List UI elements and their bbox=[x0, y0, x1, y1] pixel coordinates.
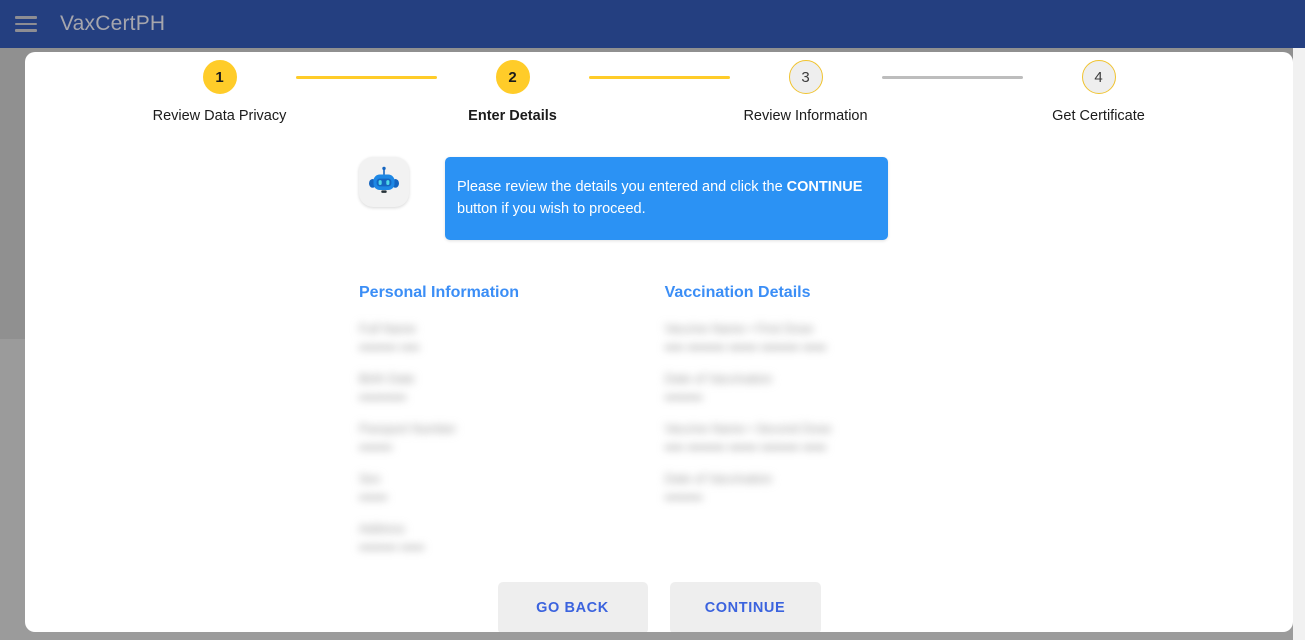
step-1[interactable]: 1 Review Data Privacy bbox=[144, 60, 296, 124]
step-2-number: 2 bbox=[495, 60, 530, 94]
app-title: VaxCertPH bbox=[60, 12, 166, 35]
hamburger-bar-2 bbox=[15, 22, 37, 26]
field-label: Date of Vaccination bbox=[664, 372, 773, 386]
field-value: ••••••• bbox=[359, 440, 393, 455]
step-3[interactable]: 3 Review Information bbox=[730, 60, 882, 124]
field-label: Full Name bbox=[359, 322, 416, 336]
personal-information-section: Personal Information Full Name •••••••• … bbox=[359, 284, 665, 571]
field-row: Date of Vaccination •••••••• bbox=[665, 471, 1059, 507]
field-label: Vaccine Name • Second Dose bbox=[664, 422, 832, 436]
assistant-message-emphasis: CONTINUE bbox=[786, 179, 863, 195]
field-value: •••••••• •••• bbox=[359, 340, 420, 355]
robot-bot-icon bbox=[359, 157, 409, 207]
field-label: Vaccine Name • First Dose bbox=[664, 322, 814, 336]
app-header: VaxCertPH bbox=[0, 0, 1305, 48]
vaccination-details-title: Vaccination Details bbox=[664, 284, 811, 301]
field-label: Address bbox=[359, 522, 405, 536]
assistant-message-bubble: Please review the details you entered an… bbox=[445, 157, 888, 240]
details-panel: Personal Information Full Name •••••••• … bbox=[359, 284, 1059, 571]
field-value: •••• •••••••• •••••• •••••••• ••••• bbox=[664, 340, 827, 355]
step-connector-3-4 bbox=[881, 76, 1023, 79]
vaccination-details-fields: Vaccine Name • First Dose •••• •••••••• … bbox=[665, 321, 1059, 507]
personal-information-fields: Full Name •••••••• •••• Birth Date •••••… bbox=[359, 321, 665, 557]
step-1-label: Review Data Privacy bbox=[152, 108, 287, 124]
field-value: •••••••• bbox=[664, 490, 703, 505]
wizard-card: 1 Review Data Privacy 2 Enter Details 3 … bbox=[25, 52, 1293, 632]
page-scrollbar[interactable] bbox=[1293, 48, 1305, 640]
field-value: •••••••••• bbox=[359, 390, 407, 405]
field-row: Birth Date •••••••••• bbox=[359, 371, 665, 407]
field-label: Birth Date bbox=[359, 372, 415, 386]
assistant-message-text-1: Please review the details you entered an… bbox=[457, 179, 787, 195]
field-value: •••••••• bbox=[664, 390, 703, 405]
step-4-label: Get Certificate bbox=[1052, 108, 1145, 124]
vaccination-details-section: Vaccination Details Vaccine Name • First… bbox=[665, 284, 1059, 571]
step-1-number: 1 bbox=[202, 60, 237, 94]
step-4-number: 4 bbox=[1081, 60, 1116, 94]
step-connector-1-2 bbox=[295, 76, 437, 79]
field-row: Vaccine Name • First Dose •••• •••••••• … bbox=[665, 321, 1059, 357]
go-back-button[interactable]: GO BACK bbox=[497, 582, 648, 632]
field-value: •••• •••••••• •••••• •••••••• ••••• bbox=[664, 440, 827, 455]
field-label: Date of Vaccination bbox=[664, 472, 773, 486]
step-4[interactable]: 4 Get Certificate bbox=[1023, 60, 1175, 124]
personal-information-title: Personal Information bbox=[359, 284, 520, 301]
field-row: Passport Number ••••••• bbox=[359, 421, 665, 457]
field-label: Passport Number bbox=[359, 422, 457, 436]
field-row: Vaccine Name • Second Dose •••• ••••••••… bbox=[665, 421, 1059, 457]
step-2-label: Enter Details bbox=[468, 108, 557, 124]
field-row: Full Name •••••••• •••• bbox=[359, 321, 665, 357]
wizard-actions: GO BACK CONTINUE bbox=[25, 582, 1293, 632]
step-3-number: 3 bbox=[788, 60, 823, 94]
field-label: Sex bbox=[359, 472, 381, 486]
assistant-message-text-2: button if you wish to proceed. bbox=[457, 201, 646, 217]
assistant-message-row: Please review the details you entered an… bbox=[359, 157, 888, 240]
field-value: •••••••• ••••• bbox=[359, 540, 425, 555]
field-row: Address •••••••• ••••• bbox=[359, 521, 665, 557]
step-3-label: Review Information bbox=[743, 108, 868, 124]
step-connector-2-3 bbox=[588, 76, 730, 79]
hamburger-menu-icon[interactable] bbox=[2, 0, 50, 48]
field-value: •••••• bbox=[359, 490, 388, 505]
hamburger-bar-1 bbox=[15, 16, 37, 19]
continue-button[interactable]: CONTINUE bbox=[669, 582, 821, 632]
field-row: Sex •••••• bbox=[359, 471, 665, 507]
wizard-stepper: 1 Review Data Privacy 2 Enter Details 3 … bbox=[25, 60, 1293, 124]
field-row: Date of Vaccination •••••••• bbox=[665, 371, 1059, 407]
hamburger-bar-3 bbox=[15, 29, 37, 32]
step-2[interactable]: 2 Enter Details bbox=[437, 60, 589, 124]
